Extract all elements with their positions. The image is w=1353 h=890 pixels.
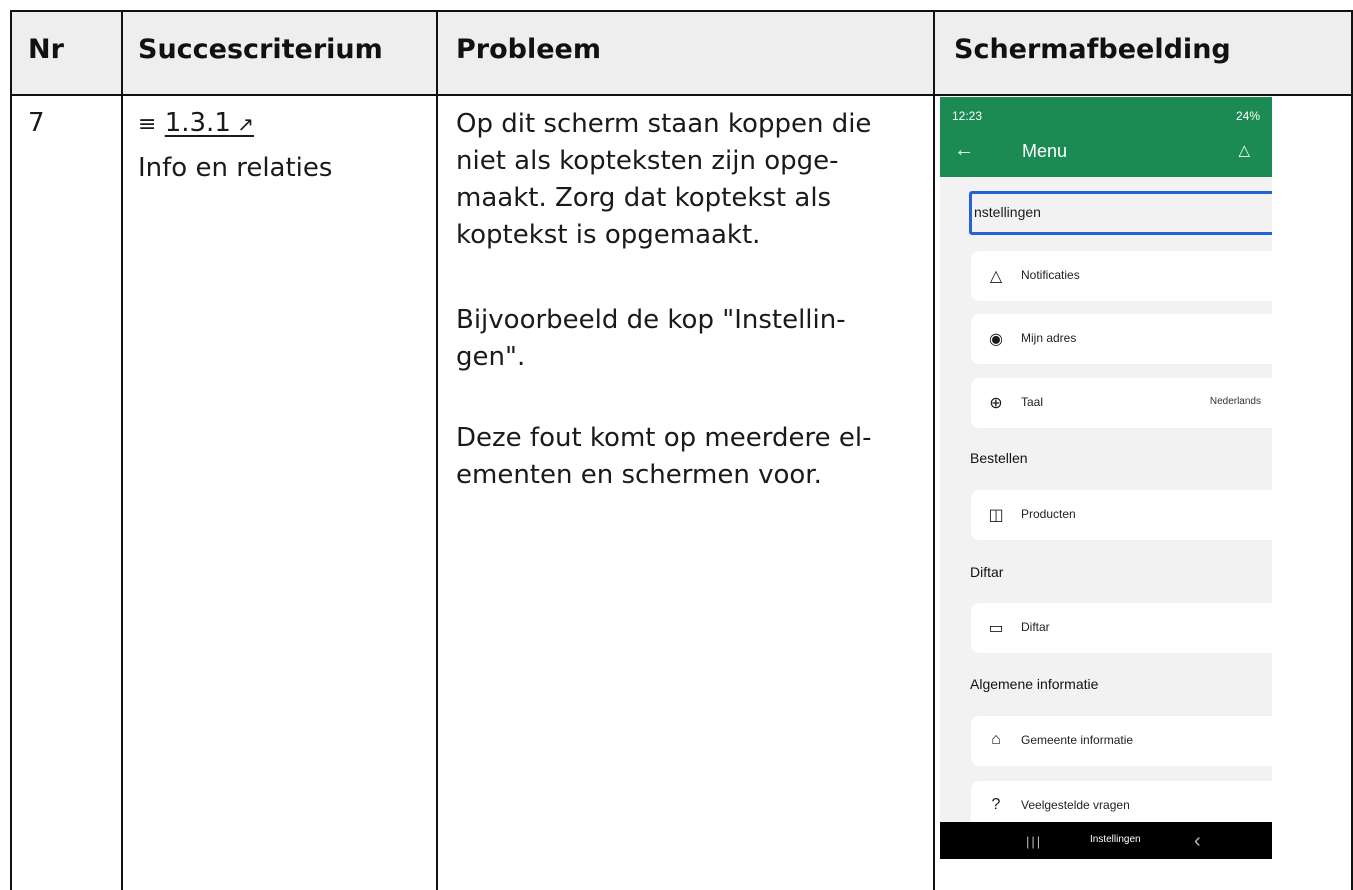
section-heading: Diftar <box>970 564 1004 580</box>
problem-line: Deze fout komt op meerdere el- <box>456 423 872 453</box>
user-circle-icon: ◉ <box>989 331 1003 348</box>
shopping-bag-icon: ◫ <box>988 507 1004 524</box>
trash-icon: ▭ <box>988 620 1004 637</box>
menu-item-value: Nederlands <box>1209 396 1261 407</box>
header-screenshot: Schermafbeelding <box>954 34 1231 65</box>
problem-line: niet als kopteksten zijn opge- <box>456 146 839 176</box>
list-icon: ≡ <box>138 112 157 137</box>
table-header-divider <box>10 94 1353 96</box>
system-nav-bar: ||| Instellingen ‹ <box>940 822 1272 859</box>
menu-item-label: Gemeente informatie <box>1021 733 1134 747</box>
problem-line: maakt. Zorg dat koptekst als <box>456 183 832 213</box>
menu-item-label: Mijn adres <box>1021 331 1077 345</box>
app-bar: 12:23 24% ← Menu △ <box>940 97 1272 177</box>
menu-item-label: Producten <box>1021 507 1076 521</box>
heading-instellingen: nstellingen <box>974 204 1041 220</box>
bell-icon: △ <box>989 268 1003 285</box>
back-arrow-icon: ← <box>954 139 974 161</box>
building-icon: ⌂ <box>991 731 1001 748</box>
problem-line: Bijvoorbeeld de kop "Instellin- <box>456 305 846 335</box>
nav-label: Instellingen <box>1090 834 1141 845</box>
section-heading: Bestellen <box>970 450 1028 466</box>
problem-line: gen". <box>456 342 526 372</box>
problem-line: Op dit scherm staan koppen die <box>456 109 872 139</box>
header-nr: Nr <box>28 34 64 65</box>
menu-item-label: Taal <box>1021 395 1044 409</box>
menu-item-label: Notificaties <box>1021 268 1080 282</box>
table-border-top <box>10 10 1353 12</box>
problem-paragraph: Bijvoorbeeld de kop "Instellin- gen". <box>456 302 846 376</box>
menu-item-gemeente-informatie: ⌂ Gemeente informatie <box>971 716 1272 766</box>
question-icon: ? <box>991 796 1001 813</box>
row-nr: 7 <box>28 108 45 138</box>
criterion-name: Info en relaties <box>138 153 333 183</box>
criterion-cell: ≡ 1.3.1 ↗ <box>138 105 254 143</box>
status-time: 12:23 <box>952 109 983 123</box>
app-title: Menu <box>1022 141 1068 161</box>
column-divider <box>933 10 935 890</box>
column-divider <box>436 10 438 890</box>
header-criterion: Succescriterium <box>138 34 383 65</box>
audit-table: Nr Succescriterium Probleem Schermafbeel… <box>10 10 1353 890</box>
menu-item-mijn-adres: ◉ Mijn adres <box>971 314 1272 364</box>
external-link-icon: ↗ <box>230 112 254 136</box>
chevron-left-icon: ‹ <box>1194 830 1201 852</box>
problem-line: koptekst is opgemaakt. <box>456 220 761 250</box>
table-border-left <box>10 10 12 890</box>
menu-item-notificaties: △ Notificaties <box>971 251 1272 301</box>
menu-item-label: Diftar <box>1021 620 1050 634</box>
menu-item-producten: ◫ Producten <box>971 490 1272 540</box>
section-heading: Algemene informatie <box>970 676 1099 692</box>
bell-off-icon: △ <box>1238 142 1250 159</box>
criterion-number[interactable]: 1.3.1 <box>165 108 231 138</box>
globe-icon: ⊕ <box>989 395 1003 412</box>
menu-item-label: Veelgestelde vragen <box>1021 798 1130 812</box>
problem-paragraph: Op dit scherm staan koppen die niet als … <box>456 106 871 254</box>
column-divider <box>121 10 123 890</box>
focused-heading: nstellingen <box>969 191 1272 235</box>
header-problem: Probleem <box>456 34 601 65</box>
app-screenshot: 12:23 24% ← Menu △ nstellingen △ Notific… <box>940 97 1272 859</box>
criterion-link[interactable]: 1.3.1 ↗ <box>165 108 254 138</box>
status-battery: 24% <box>1235 109 1260 123</box>
recents-icon: ||| <box>1026 834 1043 849</box>
problem-paragraph: Deze fout komt op meerdere el- ementen e… <box>456 420 871 494</box>
menu-item-diftar: ▭ Diftar <box>971 603 1272 653</box>
menu-item-taal: ⊕ Taal Nederlands <box>971 378 1272 428</box>
problem-line: ementen en schermen voor. <box>456 460 822 490</box>
